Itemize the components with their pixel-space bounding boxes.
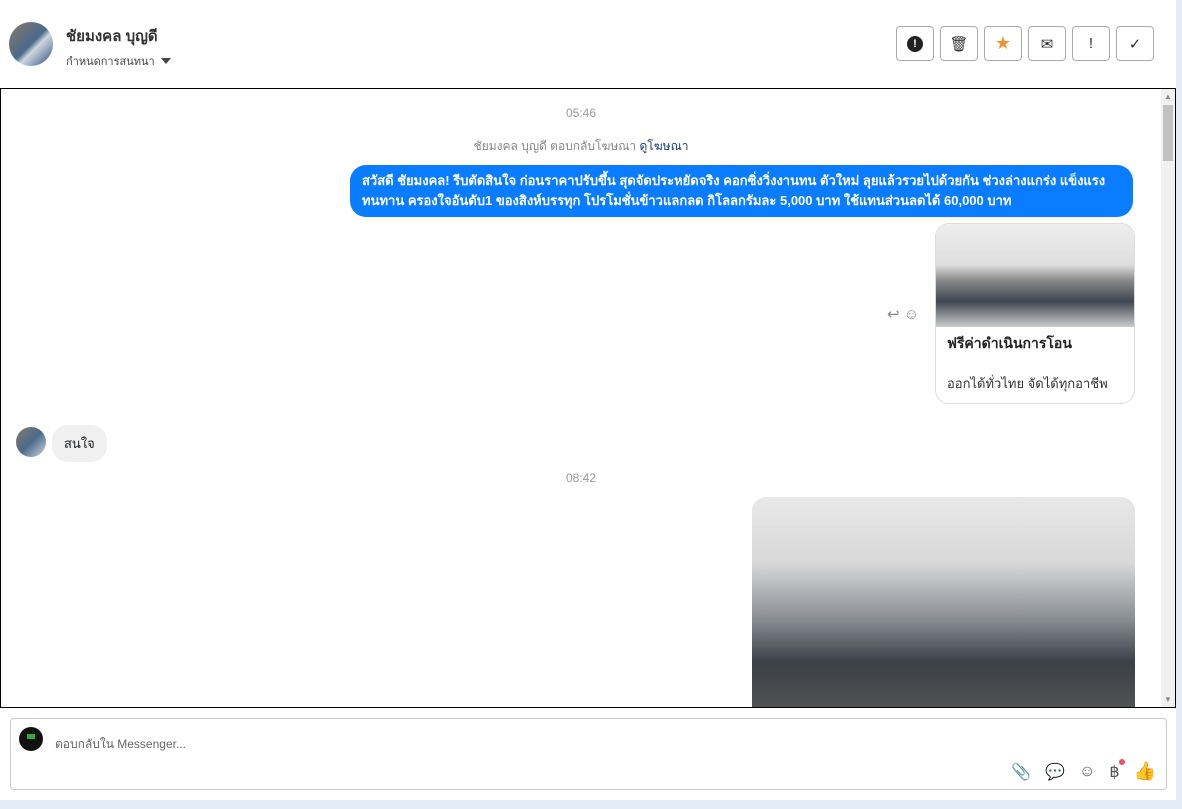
scrollbar-thumb[interactable] bbox=[1163, 105, 1173, 161]
reply-composer[interactable]: ตอบกลับใน Messenger... 📎 💬 ☺ ฿ 👍 bbox=[10, 718, 1167, 790]
reply-icon[interactable]: ↩ bbox=[887, 306, 900, 323]
ad-card[interactable]: ฟรีค่าดำเนินการโอน ออกได้ทั่วไทย จัดได้ท… bbox=[935, 223, 1135, 404]
page-avatar bbox=[19, 727, 43, 751]
truck-photo-message[interactable] bbox=[752, 497, 1135, 707]
outgoing-message: สวัสดี ชัยมงคล! รีบตัดสินใจ ก่อนราคาปรับ… bbox=[350, 165, 1133, 217]
star-icon: ★ bbox=[994, 33, 1012, 53]
scroll-up-icon[interactable]: ▲ bbox=[1164, 92, 1172, 101]
check-icon: ✓ bbox=[1128, 35, 1142, 53]
conversation-panel: ชัยมงคล บุญดี กำหนดการสนทนา ! 🗑 ★ ✉ ! ✓ … bbox=[0, 0, 1176, 800]
done-button[interactable]: ✓ bbox=[1116, 26, 1154, 61]
envelope-icon: ✉ bbox=[1040, 35, 1054, 53]
paperclip-icon[interactable]: 📎 bbox=[1011, 762, 1031, 782]
react-emoji-icon[interactable]: ☺ bbox=[904, 306, 919, 323]
delete-button[interactable]: 🗑 bbox=[940, 26, 978, 61]
message-actions: ↩ ☺ bbox=[887, 305, 919, 323]
incoming-message: สนใจ bbox=[52, 425, 107, 462]
truck-image bbox=[936, 224, 1134, 327]
contact-avatar-small bbox=[16, 427, 46, 457]
mark-unread-button[interactable]: ✉ bbox=[1028, 26, 1066, 61]
contact-name: ชัยมงคล บุญดี bbox=[66, 28, 158, 45]
avatar[interactable] bbox=[9, 22, 53, 66]
exclamation-icon: ! bbox=[1088, 35, 1094, 52]
card-description: ออกได้ทั่วไทย จัดได้ทุกอาชีพ bbox=[947, 376, 1108, 391]
assign-label: กำหนดการสนทนา bbox=[66, 56, 155, 68]
timestamp: 08:42 bbox=[565, 471, 597, 485]
ad-reply-note: ชัยมงคล บุญดี ตอบกลับโฆษณา ดูโฆษณา bbox=[1, 137, 1161, 156]
card-title: ฟรีค่าดำเนินการโอน bbox=[947, 335, 1072, 351]
star-button[interactable]: ★ bbox=[984, 26, 1022, 61]
assign-conversation-dropdown[interactable]: กำหนดการสนทนา bbox=[66, 52, 171, 70]
ad-note-text: ชัยมงคล บุญดี ตอบกลับโฆษณา bbox=[473, 139, 637, 153]
trash-icon: 🗑 bbox=[949, 35, 969, 53]
important-button[interactable]: ! bbox=[1072, 26, 1110, 61]
alert-circle-icon: ! bbox=[907, 35, 923, 52]
scroll-down-icon[interactable]: ▼ bbox=[1164, 695, 1172, 704]
view-ad-link[interactable]: ดูโฆษณา bbox=[640, 139, 689, 153]
chat-bubble-icon[interactable]: 💬 bbox=[1045, 762, 1065, 782]
scrollbar[interactable]: ▲ ▼ bbox=[1161, 89, 1175, 707]
baht-icon[interactable]: ฿ bbox=[1109, 758, 1125, 782]
conversation-header: ชัยมงคล บุญดี กำหนดการสนทนา ! 🗑 ★ ✉ ! ✓ bbox=[0, 0, 1176, 88]
caret-down-icon bbox=[160, 58, 171, 64]
reply-input[interactable]: ตอบกลับใน Messenger... bbox=[55, 735, 186, 754]
emoji-icon[interactable]: ☺ bbox=[1079, 763, 1095, 781]
notification-dot bbox=[1118, 758, 1125, 765]
spam-button[interactable]: ! bbox=[896, 26, 934, 61]
thumbs-up-icon[interactable]: 👍 bbox=[1134, 761, 1156, 782]
timestamp: 05:46 bbox=[565, 106, 597, 120]
message-thread[interactable]: 05:46 ชัยมงคล บุญดี ตอบกลับโฆษณา ดูโฆษณา… bbox=[0, 88, 1176, 708]
